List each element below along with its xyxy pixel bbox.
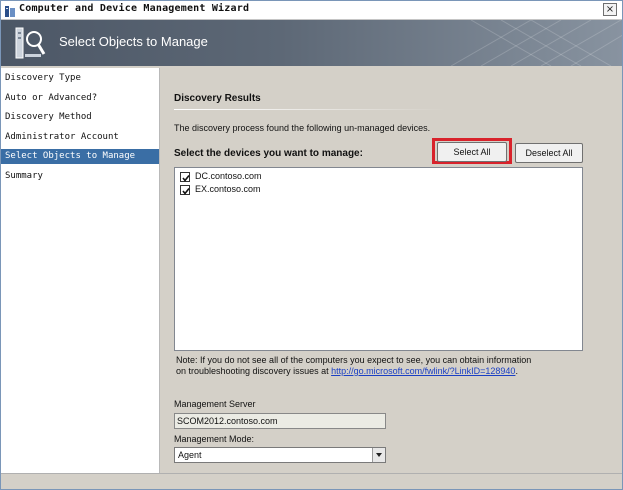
note-end: .	[515, 366, 518, 376]
section-title: Discovery Results	[174, 93, 261, 104]
wizard-nav: Discovery Type Auto or Advanced? Discove…	[1, 68, 160, 473]
app-icon	[4, 3, 16, 17]
chevron-down-icon[interactable]	[372, 448, 385, 462]
wizard-window: Computer and Device Management Wizard × …	[0, 0, 623, 490]
nav-item-discovery-method[interactable]: Discovery Method	[1, 110, 159, 125]
management-server-field: SCOM2012.contoso.com	[174, 413, 386, 429]
select-all-button[interactable]: Select All	[437, 142, 507, 162]
device-name: DC.contoso.com	[195, 171, 262, 182]
device-list[interactable]: DC.contoso.com EX.contoso.com	[174, 167, 583, 351]
nav-item-auto-or-advanced[interactable]: Auto or Advanced?	[1, 91, 159, 106]
list-item[interactable]: EX.contoso.com	[180, 183, 261, 196]
troubleshooting-link[interactable]: http://go.microsoft.com/fwlink/?LinkID=1…	[331, 366, 515, 376]
header-banner: Select Objects to Manage	[1, 20, 622, 66]
checkmark-icon	[182, 174, 190, 182]
nav-item-discovery-type[interactable]: Discovery Type	[1, 71, 159, 86]
close-button[interactable]: ×	[603, 3, 617, 16]
management-mode-value: Agent	[178, 450, 202, 460]
discovery-description: The discovery process found the followin…	[174, 123, 431, 133]
device-checkbox[interactable]	[180, 184, 190, 195]
wizard-computer-icon	[13, 24, 47, 62]
page-title: Select Objects to Manage	[59, 34, 208, 49]
list-item[interactable]: DC.contoso.com	[180, 170, 262, 183]
management-server-label: Management Server	[174, 399, 256, 409]
management-mode-label: Management Mode:	[174, 434, 255, 444]
deselect-all-button[interactable]: Deselect All	[515, 143, 583, 163]
title-bar[interactable]: Computer and Device Management Wizard ×	[1, 1, 622, 20]
nav-item-administrator-account[interactable]: Administrator Account	[1, 130, 159, 145]
wizard-footer	[1, 473, 622, 489]
banner-decoration	[450, 20, 622, 66]
window-title: Computer and Device Management Wizard	[19, 3, 250, 14]
troubleshooting-note: Note: If you do not see all of the compu…	[176, 355, 536, 377]
device-name: EX.contoso.com	[195, 184, 261, 195]
device-select-prompt: Select the devices you want to manage:	[174, 148, 363, 159]
nav-item-summary[interactable]: Summary	[1, 169, 159, 184]
management-mode-select[interactable]: Agent	[174, 447, 386, 463]
nav-item-select-objects[interactable]: Select Objects to Manage	[1, 149, 159, 164]
device-checkbox[interactable]	[180, 171, 190, 182]
checkmark-icon	[182, 187, 190, 195]
section-divider	[174, 109, 447, 110]
